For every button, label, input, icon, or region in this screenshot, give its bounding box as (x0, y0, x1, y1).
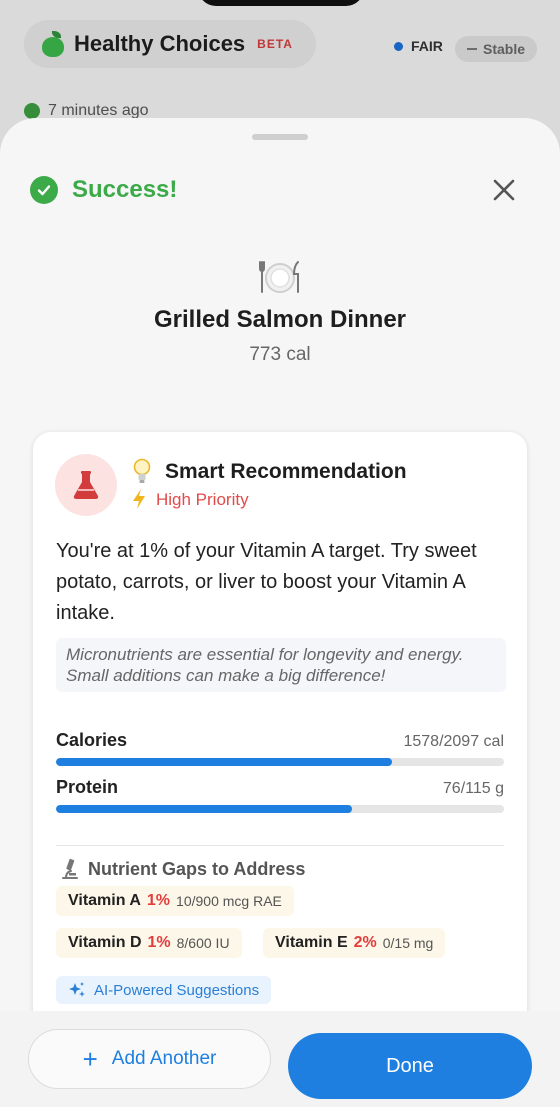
nutrient-gap-chip[interactable]: Vitamin E 2% 0/15 mg (263, 928, 446, 958)
nutrient-gap-chip[interactable]: Vitamin A 1% 10/900 mcg RAE (56, 886, 294, 916)
success-header: Success! (30, 176, 177, 204)
sparkles-icon (69, 982, 85, 997)
nutrient-gaps-title: Nutrient Gaps to Address (88, 858, 306, 879)
add-another-label: Add Another (111, 1048, 217, 1069)
nutrient-name: Vitamin D (68, 934, 142, 951)
progress-fill (56, 805, 352, 813)
progress-fill (56, 758, 392, 766)
microscope-icon (62, 858, 78, 879)
nutrient-gap-chip[interactable]: Vitamin D 1% 8/600 IU (56, 928, 242, 958)
metric-value: 1578/2097 cal (403, 733, 504, 750)
nutrient-amount: 8/600 IU (176, 935, 230, 951)
success-title: Success! (72, 176, 178, 203)
plus-icon: + (82, 1044, 98, 1074)
flask-icon (73, 471, 99, 499)
flask-icon-badge (55, 454, 117, 516)
metric-value: 76/115 g (442, 780, 504, 797)
progress-track (56, 805, 504, 813)
progress-track (56, 758, 504, 766)
priority-label: High Priority (156, 490, 249, 509)
success-sheet: Success! Grilled Salmon Dinner 773 cal S… (0, 118, 560, 1107)
nutrient-gaps-heading: Nutrient Gaps to Address (60, 858, 305, 880)
nutrient-name: Vitamin A (68, 892, 141, 909)
ai-suggestions-label: AI-Powered Suggestions (94, 981, 260, 999)
nutrient-percent: 2% (353, 934, 377, 951)
close-icon (493, 179, 515, 201)
metric-label: Protein (56, 777, 119, 797)
meal-name: Grilled Salmon Dinner (153, 306, 407, 333)
success-check-icon (30, 176, 58, 204)
recommendation-card: Smart Recommendation High Priority You'r… (33, 432, 527, 1052)
metric-label: Calories (56, 730, 128, 750)
lightning-icon (131, 488, 147, 510)
close-button[interactable] (490, 176, 518, 204)
recommendation-note: Micronutrients are essential for longevi… (56, 638, 506, 692)
done-label: Done (386, 1054, 434, 1077)
nutrient-amount: 0/15 mg (382, 935, 434, 951)
calories-metric: Calories 1578/2097 cal (56, 730, 504, 766)
meal-calories: 773 cal (249, 344, 311, 365)
nutrient-amount: 10/900 mcg RAE (176, 893, 282, 909)
nutrient-percent: 1% (147, 934, 171, 951)
add-another-button[interactable]: + Add Another (28, 1029, 271, 1089)
ai-suggestions-chip[interactable]: AI-Powered Suggestions (56, 976, 272, 1004)
done-button[interactable]: Done (288, 1033, 532, 1099)
recommendation-body: You're at 1% of your Vitamin A target. T… (56, 540, 477, 624)
protein-metric: Protein 76/115 g (56, 777, 504, 813)
nutrient-name: Vitamin E (275, 934, 348, 951)
divider (56, 845, 504, 846)
nutrient-percent: 1% (146, 892, 171, 909)
action-bar: + Add Another Done (0, 1011, 560, 1107)
plate-cutlery-icon (258, 256, 302, 296)
recommendation-title: Smart Recommendation (165, 460, 407, 483)
lightbulb-icon (133, 458, 151, 486)
sheet-grabber[interactable] (252, 134, 308, 140)
